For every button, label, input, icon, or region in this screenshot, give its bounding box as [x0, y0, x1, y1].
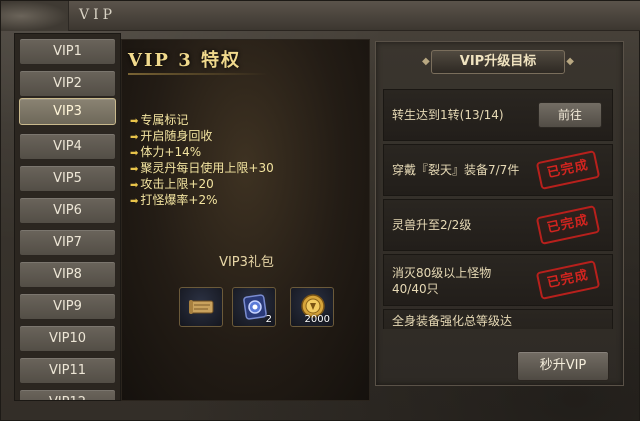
tab-vip6[interactable]: VIP6	[19, 197, 116, 224]
arrow-right-icon: ➡	[130, 116, 139, 127]
tab-vip2[interactable]: VIP2	[19, 70, 116, 97]
upgrade-goals-panel: VIP升级目标 转生达到1转(13/14) 前往 穿戴『裂天』装备7/7件 已完…	[375, 41, 624, 386]
instant-upgrade-vip-button[interactable]: 秒升VIP	[517, 351, 609, 381]
arrow-right-icon: ➡	[130, 148, 139, 159]
tab-vip9[interactable]: VIP9	[19, 293, 116, 320]
goal-text: 穿戴『裂天』装备7/7件	[392, 163, 520, 177]
privilege-panel: VIP 3 特权 ➡ 专属标记 ➡ 开启随身回收 ➡ 体力+14% ➡ 聚灵丹每日使用上…	[121, 39, 370, 401]
go-button[interactable]: 前往	[538, 102, 602, 128]
tab-vip8[interactable]: VIP8	[19, 261, 116, 288]
gift-title: VIP3礼包	[219, 255, 274, 270]
scroll-icon	[189, 300, 214, 314]
title-divider	[128, 73, 268, 75]
arrow-right-icon: ➡	[130, 132, 139, 143]
gift-item-slot[interactable]: 2	[232, 287, 276, 327]
goals-header: VIP升级目标	[422, 50, 574, 74]
tab-vip11[interactable]: VIP11	[19, 357, 116, 384]
perk-text: 开启随身回收	[140, 129, 213, 143]
goal-row: 穿戴『裂天』装备7/7件 已完成	[383, 144, 613, 196]
goal-text: 消灭80级以上怪物40/40只	[392, 266, 492, 296]
perk-text: 专属标记	[140, 113, 189, 127]
item-count: 2000	[304, 314, 330, 325]
gift-item-slot[interactable]: 2000	[290, 287, 334, 327]
vip-tab-list: VIP1 VIP2 VIP3 VIP4 VIP5 VIP6 VIP7 VIP8 …	[14, 33, 121, 401]
arrow-right-icon: ➡	[130, 196, 139, 207]
goal-row: 灵兽升至2/2级 已完成	[383, 199, 613, 251]
vip-window: VIP VIP1 VIP2 VIP3 VIP4 VIP5 VIP6 VIP7 V…	[0, 0, 640, 421]
perk-item: ➡ 攻击上限+20	[130, 176, 274, 192]
perk-item: ➡ 打怪爆率+2%	[130, 192, 274, 208]
tab-vip3[interactable]: VIP3	[19, 98, 116, 125]
tab-vip4[interactable]: VIP4	[19, 133, 116, 160]
perk-item: ➡ 聚灵丹每日使用上限+30	[130, 160, 274, 176]
goal-text: 转生达到1转(13/14)	[392, 108, 504, 122]
tab-vip7[interactable]: VIP7	[19, 229, 116, 256]
privilege-title: VIP 3 特权	[128, 50, 241, 71]
completed-stamp: 已完成	[535, 150, 601, 190]
completed-stamp: 已完成	[535, 260, 601, 300]
goal-row: 全身装备强化总等级达	[383, 309, 613, 329]
gift-item-slot[interactable]	[179, 287, 223, 327]
title-bar: VIP	[1, 1, 640, 31]
tab-vip1[interactable]: VIP1	[19, 38, 116, 65]
goal-row: 消灭80级以上怪物40/40只 已完成	[383, 254, 613, 306]
item-count: 2	[265, 314, 272, 325]
goal-text: 全身装备强化总等级达	[392, 314, 513, 328]
arrow-right-icon: ➡	[130, 164, 139, 175]
goal-text: 灵兽升至2/2级	[392, 218, 472, 232]
perk-text: 攻击上限+20	[140, 177, 214, 191]
goal-list[interactable]: 转生达到1转(13/14) 前往 穿戴『裂天』装备7/7件 已完成 灵兽升至2/…	[383, 89, 613, 329]
tab-vip5[interactable]: VIP5	[19, 165, 116, 192]
perk-text: 聚灵丹每日使用上限+30	[140, 161, 274, 175]
perk-item: ➡ 专属标记	[130, 112, 274, 128]
dragon-ornament-icon	[1, 1, 69, 31]
arrow-right-icon: ➡	[130, 180, 139, 191]
perk-text: 体力+14%	[140, 145, 202, 159]
tab-vip12[interactable]: VIP12	[19, 389, 116, 400]
perk-item: ➡ 体力+14%	[130, 144, 274, 160]
perk-item: ➡ 开启随身回收	[130, 128, 274, 144]
completed-stamp: 已完成	[535, 205, 601, 245]
tab-vip10[interactable]: VIP10	[19, 325, 116, 352]
goal-row: 转生达到1转(13/14) 前往	[383, 89, 613, 141]
perk-text: 打怪爆率+2%	[140, 193, 218, 207]
perk-list: ➡ 专属标记 ➡ 开启随身回收 ➡ 体力+14% ➡ 聚灵丹每日使用上限+30 ➡ 攻击上…	[130, 112, 274, 208]
window-title: VIP	[79, 7, 117, 23]
